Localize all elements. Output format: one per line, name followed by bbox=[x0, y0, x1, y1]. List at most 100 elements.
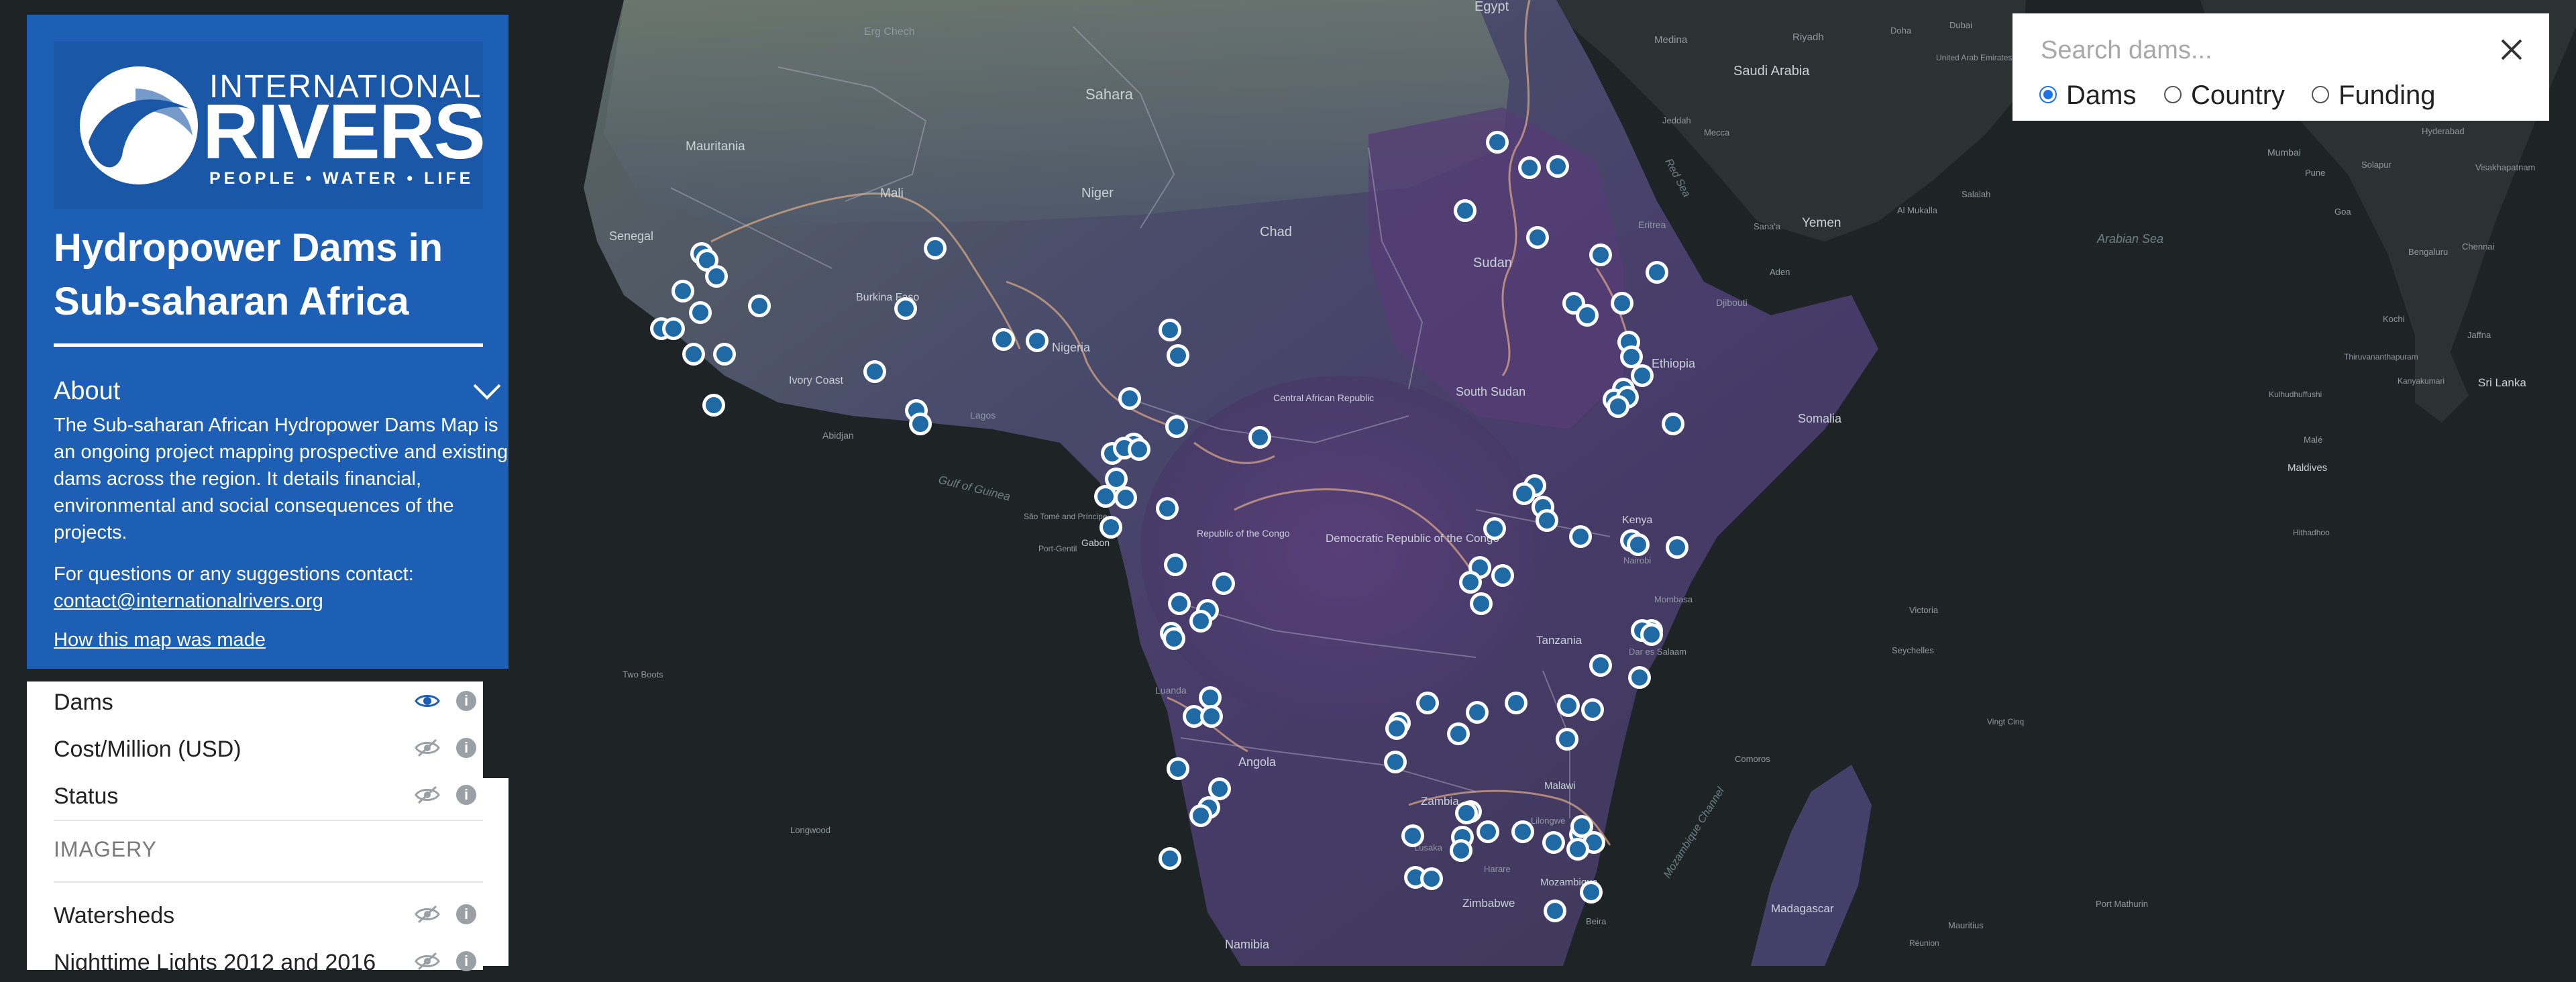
dam-marker-dot[interactable] bbox=[1108, 471, 1124, 487]
dam-marker-icon[interactable] bbox=[1114, 486, 1137, 509]
dam-marker-icon[interactable] bbox=[682, 343, 705, 366]
dam-marker-dot[interactable] bbox=[751, 298, 767, 314]
dam-marker-dot[interactable] bbox=[1122, 390, 1138, 406]
radio-button[interactable] bbox=[2312, 86, 2329, 103]
eye-off-icon[interactable] bbox=[415, 904, 440, 924]
dam-marker-dot[interactable] bbox=[1665, 416, 1681, 432]
dam-marker-icon[interactable] bbox=[1566, 838, 1589, 861]
dam-marker-icon[interactable] bbox=[1128, 438, 1150, 461]
dam-marker-icon[interactable] bbox=[1505, 692, 1527, 714]
dam-marker-icon[interactable] bbox=[1518, 156, 1541, 179]
dam-marker-dot[interactable] bbox=[1559, 731, 1575, 747]
dam-marker-icon[interactable] bbox=[1384, 751, 1407, 773]
dam-marker-icon[interactable] bbox=[1580, 881, 1603, 904]
dam-marker-dot[interactable] bbox=[1521, 160, 1538, 176]
dam-marker-icon[interactable] bbox=[1589, 654, 1612, 677]
dam-marker-dot[interactable] bbox=[1162, 851, 1178, 867]
dam-marker-icon[interactable] bbox=[1454, 199, 1477, 222]
dam-marker-dot[interactable] bbox=[1170, 347, 1186, 364]
search-input[interactable] bbox=[2039, 31, 2471, 70]
dam-marker-icon[interactable] bbox=[1477, 820, 1499, 843]
dam-marker-dot[interactable] bbox=[692, 305, 708, 321]
dam-marker-icon[interactable] bbox=[1163, 627, 1185, 650]
dam-marker-dot[interactable] bbox=[1539, 512, 1555, 529]
dam-marker-icon[interactable] bbox=[1631, 364, 1654, 387]
dam-marker-dot[interactable] bbox=[1166, 631, 1182, 647]
dam-marker-icon[interactable] bbox=[1569, 525, 1592, 548]
dam-marker-dot[interactable] bbox=[1193, 808, 1209, 824]
info-icon[interactable]: i bbox=[456, 691, 476, 711]
dam-marker-dot[interactable] bbox=[1167, 557, 1183, 573]
dam-marker-dot[interactable] bbox=[1453, 842, 1469, 859]
dam-marker-dot[interactable] bbox=[1572, 529, 1589, 545]
dam-marker-dot[interactable] bbox=[1186, 708, 1202, 724]
dam-marker-dot[interactable] bbox=[1252, 429, 1268, 445]
dam-marker-dot[interactable] bbox=[1546, 834, 1562, 851]
dam-marker-icon[interactable] bbox=[1486, 131, 1509, 154]
dam-marker-icon[interactable] bbox=[924, 237, 947, 260]
dam-marker-icon[interactable] bbox=[1189, 804, 1212, 827]
dam-marker-icon[interactable] bbox=[1385, 717, 1408, 740]
dam-marker-icon[interactable] bbox=[702, 394, 725, 417]
dam-marker-dot[interactable] bbox=[1487, 521, 1503, 537]
dam-marker-icon[interactable] bbox=[1450, 839, 1472, 862]
dam-marker-dot[interactable] bbox=[1450, 726, 1466, 742]
dam-marker-icon[interactable] bbox=[1459, 571, 1482, 594]
dam-marker-icon[interactable] bbox=[1576, 304, 1599, 327]
dam-marker-icon[interactable] bbox=[1164, 553, 1187, 576]
dam-marker-icon[interactable] bbox=[1416, 692, 1439, 714]
dam-marker-dot[interactable] bbox=[1574, 818, 1590, 834]
dam-marker-icon[interactable] bbox=[1556, 728, 1578, 751]
dam-marker-icon[interactable] bbox=[1511, 820, 1534, 843]
dam-marker-icon[interactable] bbox=[1167, 757, 1189, 780]
dam-marker-dot[interactable] bbox=[927, 240, 943, 256]
dam-marker-dot[interactable] bbox=[1570, 841, 1586, 857]
eye-off-icon[interactable] bbox=[415, 951, 440, 971]
dam-marker-dot[interactable] bbox=[1424, 871, 1440, 887]
info-icon[interactable]: i bbox=[456, 785, 476, 805]
dam-marker-dot[interactable] bbox=[706, 397, 722, 413]
dam-marker-icon[interactable] bbox=[1483, 517, 1506, 540]
dam-marker-icon[interactable] bbox=[992, 328, 1015, 351]
dam-marker-icon[interactable] bbox=[1420, 867, 1443, 890]
radio-button-checked[interactable] bbox=[2039, 86, 2057, 103]
dam-marker-dot[interactable] bbox=[686, 346, 702, 362]
dam-marker-dot[interactable] bbox=[1649, 264, 1665, 280]
dam-marker-dot[interactable] bbox=[1162, 322, 1178, 338]
dam-marker-dot[interactable] bbox=[1644, 626, 1660, 643]
eye-off-icon[interactable] bbox=[415, 738, 440, 758]
dam-marker-icon[interactable] bbox=[1159, 847, 1181, 870]
dam-marker-icon[interactable] bbox=[1646, 261, 1668, 284]
dam-marker-dot[interactable] bbox=[1585, 702, 1601, 718]
dam-marker-icon[interactable] bbox=[1212, 572, 1235, 595]
dam-marker-dot[interactable] bbox=[1610, 398, 1626, 415]
dam-marker-icon[interactable] bbox=[1165, 415, 1188, 438]
dam-marker-dot[interactable] bbox=[1103, 519, 1119, 535]
dam-marker-dot[interactable] bbox=[1634, 368, 1650, 384]
dam-marker-icon[interactable] bbox=[1536, 509, 1558, 532]
info-icon[interactable]: i bbox=[456, 951, 476, 971]
dam-marker-icon[interactable] bbox=[1200, 705, 1223, 728]
dam-marker-dot[interactable] bbox=[1419, 695, 1436, 711]
dam-marker-icon[interactable] bbox=[662, 317, 685, 340]
layer-row-status[interactable]: Status i bbox=[54, 775, 483, 816]
dam-marker-icon[interactable] bbox=[1557, 694, 1580, 717]
dam-marker-icon[interactable] bbox=[1094, 485, 1117, 508]
dam-marker-icon[interactable] bbox=[1455, 802, 1478, 824]
dam-marker-dot[interactable] bbox=[716, 346, 733, 362]
dam-marker-icon[interactable] bbox=[1611, 292, 1633, 315]
dam-marker-dot[interactable] bbox=[1614, 295, 1630, 311]
dam-marker-icon[interactable] bbox=[1026, 329, 1049, 352]
dam-marker-dot[interactable] bbox=[1529, 229, 1546, 246]
dam-marker-dot[interactable] bbox=[1462, 574, 1479, 590]
contact-email-link[interactable]: contact@internationalrivers.org bbox=[54, 590, 323, 612]
dam-marker-dot[interactable] bbox=[1547, 903, 1563, 919]
dam-marker-icon[interactable] bbox=[1491, 564, 1514, 587]
dam-marker-dot[interactable] bbox=[1550, 158, 1566, 174]
dam-marker-icon[interactable] bbox=[1544, 899, 1566, 922]
dam-marker-dot[interactable] bbox=[1457, 203, 1473, 219]
dam-marker-dot[interactable] bbox=[665, 321, 682, 337]
dam-marker-dot[interactable] bbox=[1593, 657, 1609, 673]
dam-marker-icon[interactable] bbox=[1627, 533, 1650, 556]
dam-marker-icon[interactable] bbox=[713, 343, 736, 366]
